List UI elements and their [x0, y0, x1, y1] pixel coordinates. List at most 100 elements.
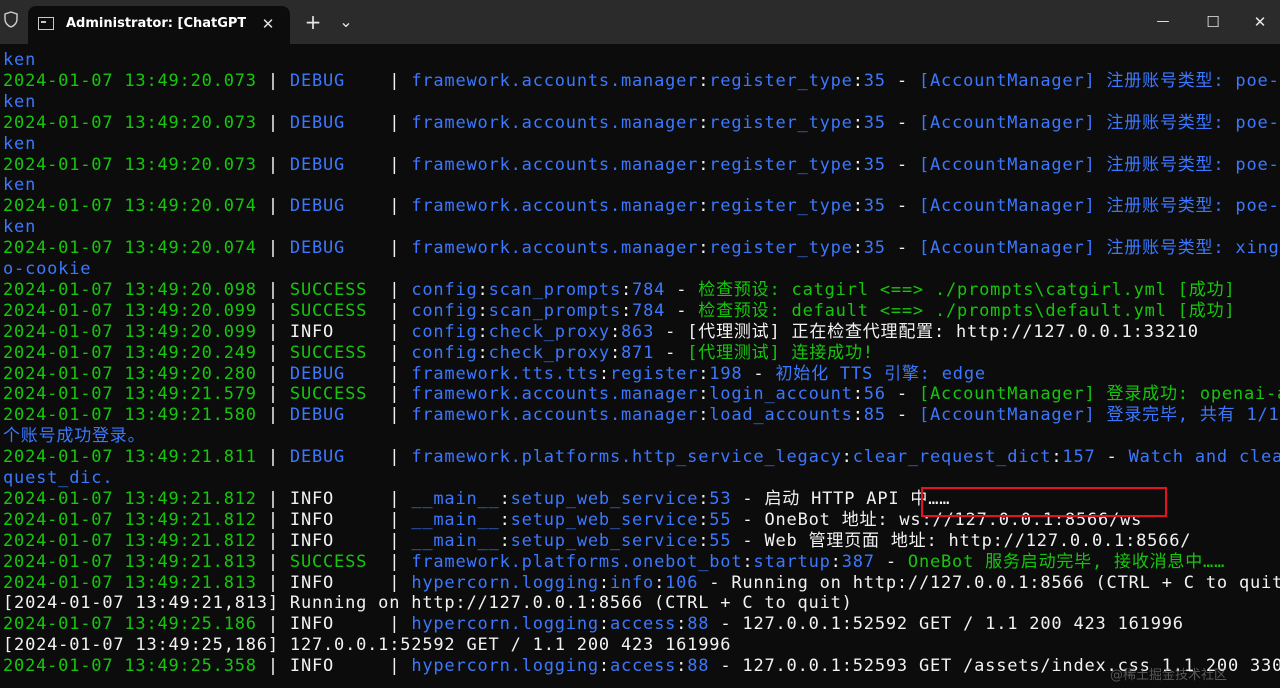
log-segment: | — [378, 656, 412, 677]
minimize-icon[interactable]: — — [1151, 10, 1175, 34]
terminal-icon — [38, 17, 54, 30]
log-segment: [2024-01-07 13:49:25,186] 127.0.0.1:5259… — [3, 635, 732, 656]
log-segment: info — [609, 572, 655, 593]
log-segment: 2024-01-07 13:49:25.186 — [3, 614, 257, 635]
log-segment: register_type — [709, 154, 853, 175]
log-segment: framework.accounts.manager — [411, 196, 699, 217]
log-segment: - — [1095, 447, 1129, 468]
log-segment: quest_dic. — [3, 468, 114, 488]
log-segment: : — [698, 238, 710, 259]
log-segment: 35 — [863, 112, 886, 133]
log-segment: 35 — [863, 196, 886, 217]
log-segment: | — [378, 279, 412, 300]
log-segment: : — [698, 384, 710, 405]
window-close-icon[interactable]: ✕ — [1248, 10, 1272, 34]
log-segment: | — [378, 551, 412, 572]
log-line: o-cookie — [3, 259, 91, 280]
log-segment: : — [698, 196, 710, 217]
log-segment: : — [1051, 447, 1063, 468]
log-segment: | — [256, 196, 290, 217]
log-segment: : — [841, 447, 853, 468]
log-segment: ken — [3, 217, 37, 238]
log-segment: 2024-01-07 13:49:20.280 — [3, 363, 257, 384]
log-segment: : — [598, 656, 610, 677]
log-segment: Running on http://127.0.0.1:8566 (CTRL +… — [731, 572, 1280, 593]
log-segment: 2024-01-07 13:49:21.813 — [3, 572, 257, 593]
watermark: @稀土掘金技术社区 — [1110, 668, 1228, 683]
log-segment: setup_web_service — [510, 509, 699, 530]
log-segment: : — [621, 279, 633, 300]
log-segment: scan_prompts — [488, 300, 621, 321]
log-segment: - — [731, 509, 765, 530]
log-segment: 2024-01-07 13:49:21.812 — [3, 530, 257, 551]
log-segment: 127.0.0.1:52592 GET / 1.1 200 423 161996 — [742, 614, 1184, 635]
log-segment: | — [378, 238, 412, 259]
log-segment: register_type — [709, 70, 853, 91]
log-segment: - — [665, 300, 699, 321]
title-bar: Administrator: [ChatGPT for C ✕ + ⌄ — ☐ … — [0, 0, 1280, 44]
log-segment: : — [698, 112, 710, 133]
log-segment: 56 — [863, 384, 886, 405]
log-line: 2024-01-07 13:49:20.074 | DEBUG | framew… — [3, 238, 1280, 259]
log-segment: - — [885, 70, 919, 91]
log-segment: - — [731, 488, 765, 509]
log-segment: framework.accounts.manager — [411, 154, 699, 175]
maximize-icon[interactable]: ☐ — [1201, 10, 1225, 34]
log-segment: 检查预设: catgirl <==> ./prompts\catgirl.yml… — [698, 279, 1236, 300]
log-segment: - — [874, 551, 908, 572]
log-segment: | — [256, 154, 290, 175]
tab-title: Administrator: [ChatGPT for C — [66, 16, 246, 31]
log-segment: : — [698, 405, 710, 426]
log-segment: : — [609, 321, 622, 342]
log-segment: | — [256, 300, 290, 321]
log-segment: Web 管理页面 地址: http://127.0.0.1:8566/ — [764, 530, 1192, 551]
log-line: 2024-01-07 13:49:21.813 | SUCCESS | fram… — [3, 552, 1225, 573]
log-segment: | — [378, 405, 412, 426]
log-segment: : — [852, 112, 864, 133]
log-segment: 2024-01-07 13:49:20.073 — [3, 112, 257, 133]
log-segment: 35 — [863, 238, 886, 259]
log-segment: : — [609, 342, 622, 363]
log-segment: __main__ — [411, 509, 500, 530]
log-segment: | — [256, 509, 290, 530]
log-segment: : — [598, 614, 610, 635]
log-segment: config — [411, 300, 478, 321]
log-segment: SUCCESS — [289, 384, 379, 405]
log-segment: config — [411, 321, 478, 342]
log-segment: | — [256, 656, 290, 677]
log-segment: 2024-01-07 13:49:21.813 — [3, 551, 257, 572]
log-segment: 55 — [709, 530, 732, 551]
log-segment: 88 — [687, 656, 710, 677]
log-line: 2024-01-07 13:49:25.358 | INFO | hyperco… — [3, 656, 1280, 677]
log-segment: - — [742, 363, 776, 384]
log-segment: : — [477, 321, 489, 342]
log-segment: 863 — [621, 321, 655, 342]
log-segment: hypercorn.logging — [411, 656, 599, 677]
log-segment: 2024-01-07 13:49:20.098 — [3, 279, 257, 300]
log-segment: - — [885, 112, 919, 133]
plus-icon[interactable]: + — [301, 10, 325, 34]
log-segment: : — [499, 509, 511, 530]
terminal-tab[interactable]: Administrator: [ChatGPT for C ✕ — [28, 6, 290, 44]
terminal-output[interactable]: ken 2024-01-07 13:49:20.073 | DEBUG | fra… — [0, 44, 1280, 688]
log-line: [2024-01-07 13:49:25,186] 127.0.0.1:5259… — [3, 635, 731, 656]
log-segment: - — [885, 405, 919, 426]
log-segment: - — [665, 279, 699, 300]
log-segment: ken — [3, 91, 37, 112]
log-segment: : — [698, 363, 710, 384]
chevron-down-icon[interactable]: ⌄ — [334, 10, 358, 34]
log-line: 2024-01-07 13:49:21.580 | DEBUG | framew… — [3, 405, 1280, 426]
log-segment: o-cookie — [3, 259, 92, 279]
log-segment: [AccountManager] 注册账号类型: poe-to — [918, 154, 1280, 175]
log-segment: [AccountManager] 注册账号类型: poe-to — [918, 196, 1280, 217]
log-segment: hypercorn.logging — [411, 572, 599, 593]
close-icon[interactable]: ✕ — [258, 14, 278, 34]
log-segment: | — [378, 342, 412, 363]
log-segment: 2024-01-07 13:49:25.358 — [3, 656, 257, 677]
log-segment: framework.accounts.manager — [411, 238, 699, 259]
log-segment: : — [742, 551, 754, 572]
log-segment: 106 — [665, 572, 699, 593]
log-segment: | — [378, 321, 412, 342]
log-segment: DEBUG — [289, 447, 379, 468]
log-segment: : — [698, 488, 710, 509]
